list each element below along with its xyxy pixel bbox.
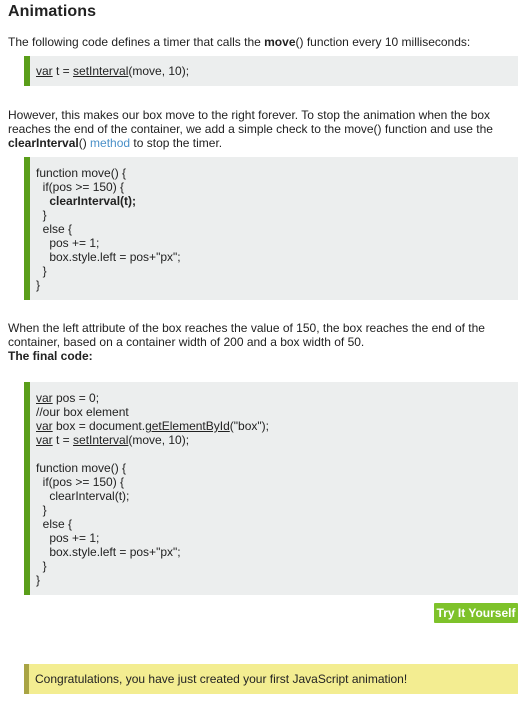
code-keyword: var [36,391,53,405]
code-block-final: var pos = 0; //our box element var box =… [24,382,518,595]
clear-interval-name: clearInterval [8,136,79,150]
code-text: ("box"); [229,419,269,433]
code-line: var box = document.getElementById("box")… [36,419,518,433]
code-line: } [36,278,41,292]
paragraph-line: When the left attribute of the box reach… [8,321,485,335]
paragraph-line: reaches the end of the container, we add… [8,122,493,136]
code-text: pos = 0; [52,391,100,405]
code-function: setInterval [73,64,129,78]
paragraph-line: clearInterval() method to stop the timer… [8,136,508,150]
code-line: var t = setInterval(move, 10); [36,64,518,78]
code-keyword: var [36,433,53,447]
code-block-move: function move() { if(pos >= 150) { clear… [24,157,518,300]
paren-text: () [78,136,91,150]
code-line: var pos = 0; [36,391,518,405]
code-function: setInterval [73,433,129,447]
code-line: clearInterval(t); [36,194,137,208]
code-text: (move, 10); [128,64,190,78]
code-line: pos += 1; [36,236,100,250]
code-line: clearInterval(t); [36,489,130,503]
code-line: else { [36,517,73,531]
code-line: if(pos >= 150) { [36,180,125,194]
lesson-page: Animations The following code defines a … [0,0,527,706]
code-line: } [36,208,47,222]
congratulations-note: Congratulations, you have just created y… [24,664,518,694]
final-code-label: The final code: [8,349,93,363]
code-line: var t = setInterval(move, 10); [36,433,518,447]
paragraph-tail: to stop the timer. [130,136,223,150]
code-line: } [36,573,41,587]
code-line: function move() { [36,166,127,180]
intro-suffix: () function every 10 milliseconds: [295,35,471,49]
method-link[interactable]: method [90,136,130,150]
code-line: } [36,264,47,278]
code-line: } [36,503,47,517]
code-line: } [36,559,47,573]
code-keyword: var [36,419,53,433]
intro-paragraph: The following code defines a timer that … [8,35,508,49]
code-text: (move, 10); [128,433,190,447]
explanation-paragraph: However, this makes our box move to the … [8,108,508,150]
code-comment: //our box element [36,405,129,419]
code-line: function move() { [36,461,127,475]
code-line: pos += 1; [36,531,100,545]
intro-prefix: The following code defines a timer that … [8,35,265,49]
code-text: box = document. [52,419,146,433]
code-text: t = [52,433,74,447]
code-line: box.style.left = pos+"px"; [36,545,181,559]
code-function: getElementById [145,419,230,433]
try-it-yourself-button[interactable]: Try It Yourself [434,603,518,623]
code-keyword: var [36,64,53,78]
code-line: else { [36,222,73,236]
result-paragraph: When the left attribute of the box reach… [8,321,508,363]
code-line: box.style.left = pos+"px"; [36,250,181,264]
paragraph-line: container, based on a container width of… [8,335,365,349]
intro-fn-name: move [264,35,296,49]
code-text: t = [52,64,74,78]
code-block-timer: var t = setInterval(move, 10); [24,56,518,86]
paragraph-line: However, this makes our box move to the … [8,108,491,122]
code-line: if(pos >= 150) { [36,475,125,489]
page-title: Animations [8,3,97,20]
